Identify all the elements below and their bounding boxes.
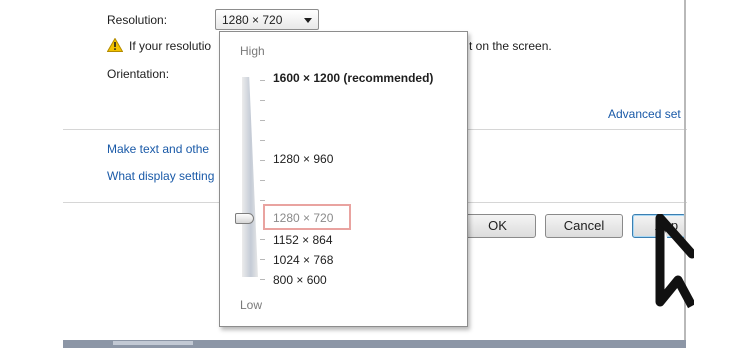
resolution-slider-thumb[interactable] (235, 213, 254, 224)
resolution-option[interactable]: 1280 × 960 (273, 152, 333, 166)
ok-button[interactable]: OK (459, 214, 536, 238)
resolution-option-selected[interactable]: 1280 × 720 (273, 211, 333, 225)
high-label: High (240, 44, 265, 58)
resolution-dropdown-value: 1280 × 720 (222, 13, 283, 27)
window-bottom-bar (63, 340, 686, 348)
cancel-button[interactable]: Cancel (545, 214, 623, 238)
resolution-option[interactable]: 800 × 600 (273, 273, 327, 287)
mouse-pointer-icon (655, 214, 694, 309)
warning-text-right: t on the screen. (469, 39, 552, 53)
warning-text-left: If your resolutio (129, 39, 212, 53)
slider-tick (260, 239, 265, 240)
resolution-dropdown[interactable]: 1280 × 720 (215, 9, 319, 30)
resolution-option[interactable]: 1600 × 1200 (recommended) (273, 71, 433, 85)
slider-tick (260, 160, 265, 161)
make-text-larger-link[interactable]: Make text and othe (107, 142, 209, 156)
resolution-slider-track[interactable] (242, 77, 258, 277)
slider-tick (260, 279, 265, 280)
slider-tick (260, 140, 265, 141)
resolution-label: Resolution: (107, 13, 168, 27)
resolution-option[interactable]: 1152 × 864 (273, 233, 333, 247)
display-settings-help-link[interactable]: What display setting (107, 169, 214, 183)
slider-tick (260, 180, 265, 181)
resolution-popup: High 1600 × 1200 (recommended) 1280 × 96… (219, 31, 468, 327)
slider-tick (260, 200, 265, 201)
slider-tick (260, 80, 265, 81)
low-label: Low (240, 298, 263, 312)
slider-tick (260, 120, 265, 121)
slider-tick (260, 259, 265, 260)
resolution-option[interactable]: 1024 × 768 (273, 253, 333, 267)
advanced-settings-link[interactable]: Advanced set (608, 107, 681, 121)
orientation-label: Orientation: (107, 67, 170, 81)
slider-tick (260, 100, 265, 101)
warning-icon (107, 38, 123, 52)
chevron-down-icon (304, 18, 312, 23)
